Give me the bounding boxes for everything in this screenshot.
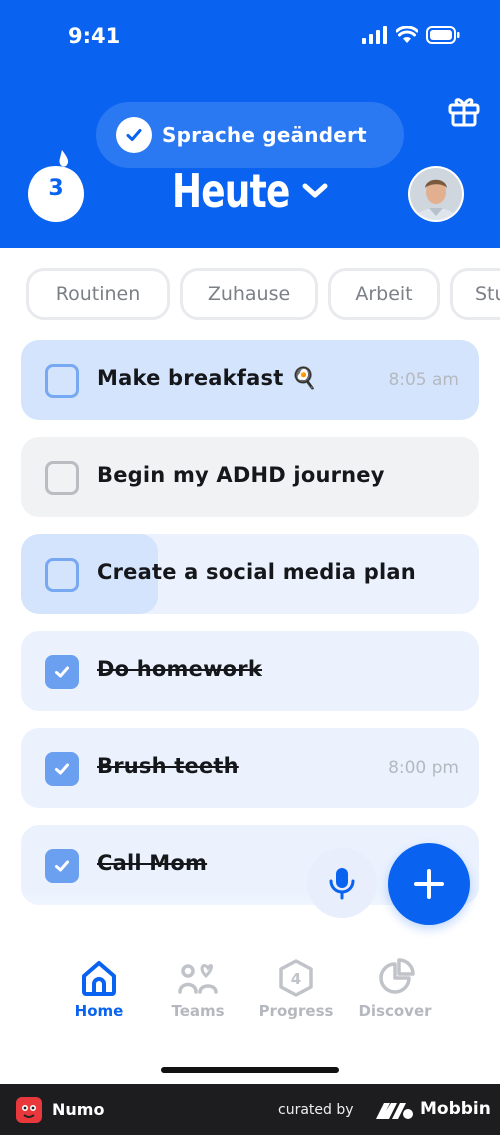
task-checkbox[interactable] — [45, 558, 79, 592]
tab-progress[interactable]: 4 Progress — [248, 958, 344, 1020]
category-chips: Routinen Zuhause Arbeit Stu — [0, 268, 500, 322]
task-time: 8:05 am — [388, 370, 459, 390]
task-label: Call Mom — [97, 851, 208, 875]
task-checkbox[interactable] — [45, 364, 79, 398]
tab-teams[interactable]: Teams — [150, 958, 246, 1020]
attribution-footer: Numo curated by Mobbin — [0, 1084, 500, 1135]
avatar[interactable] — [408, 166, 464, 222]
task-label: Make breakfast 🍳 — [97, 366, 318, 390]
status-time: 9:41 — [68, 24, 121, 48]
task-checkbox-checked[interactable] — [45, 752, 79, 786]
teams-icon — [178, 964, 218, 994]
mobbin-brand: Mobbin — [420, 1099, 491, 1119]
chip-stu[interactable]: Stu — [450, 268, 500, 320]
app-name: Numo — [52, 1100, 105, 1119]
check-icon — [116, 117, 152, 153]
chip-arbeit[interactable]: Arbeit — [328, 268, 440, 320]
chevron-down-icon — [302, 183, 328, 198]
progress-badge: 4 — [291, 970, 301, 988]
task-label: Do homework — [97, 657, 263, 681]
tab-label: Home — [74, 1002, 124, 1020]
task-checkbox-checked[interactable] — [45, 655, 79, 689]
tab-bar: Home Teams 4 Progress Discover — [0, 950, 500, 1040]
task-checkbox-checked[interactable] — [45, 849, 79, 883]
add-task-button[interactable] — [388, 843, 470, 925]
home-icon — [82, 961, 116, 996]
task-row[interactable]: Make breakfast 🍳 8:05 am — [21, 340, 479, 420]
task-label: Begin my ADHD journey — [97, 463, 385, 487]
streak-count: 3 — [48, 176, 64, 201]
page-title: Heute — [172, 164, 290, 218]
toast-text: Sprache geändert — [162, 123, 367, 147]
plus-icon — [414, 869, 444, 899]
chip-routinen[interactable]: Routinen — [26, 268, 170, 320]
task-checkbox[interactable] — [45, 461, 79, 495]
curated-by-text: curated by — [278, 1102, 354, 1118]
header: 9:41 Sprache geändert 3 Heute — [0, 0, 500, 248]
home-indicator — [161, 1067, 339, 1073]
wifi-icon — [396, 26, 418, 43]
task-row[interactable]: Begin my ADHD journey — [21, 437, 479, 517]
progress-icon: 4 — [279, 959, 313, 997]
mobbin-logo-icon — [376, 1103, 413, 1119]
task-label: Create a social media plan — [97, 560, 416, 584]
tab-label: Discover — [358, 1002, 432, 1020]
signal-icon — [362, 26, 387, 44]
tab-discover[interactable]: Discover — [347, 958, 443, 1020]
tab-label: Progress — [258, 1002, 334, 1020]
gift-icon[interactable] — [447, 94, 481, 128]
microphone-icon — [329, 868, 355, 900]
check-icon — [55, 666, 69, 678]
check-icon — [55, 763, 69, 775]
tab-home[interactable]: Home — [51, 958, 147, 1020]
date-selector[interactable]: Heute — [172, 164, 328, 218]
tab-label: Teams — [171, 1002, 225, 1020]
task-label: Brush teeth — [97, 754, 239, 778]
app-icon — [16, 1097, 42, 1123]
task-row[interactable]: Do homework — [21, 631, 479, 711]
chip-zuhause[interactable]: Zuhause — [180, 268, 318, 320]
task-row[interactable]: Brush teeth 8:00 pm — [21, 728, 479, 808]
discover-icon — [379, 958, 415, 994]
task-time: 8:00 pm — [388, 758, 459, 778]
language-changed-toast: Sprache geändert — [96, 102, 404, 168]
check-icon — [55, 860, 69, 872]
battery-icon — [426, 26, 460, 44]
task-row[interactable]: Create a social media plan — [21, 534, 479, 614]
status-icons — [362, 26, 460, 44]
voice-input-button[interactable] — [307, 848, 377, 918]
